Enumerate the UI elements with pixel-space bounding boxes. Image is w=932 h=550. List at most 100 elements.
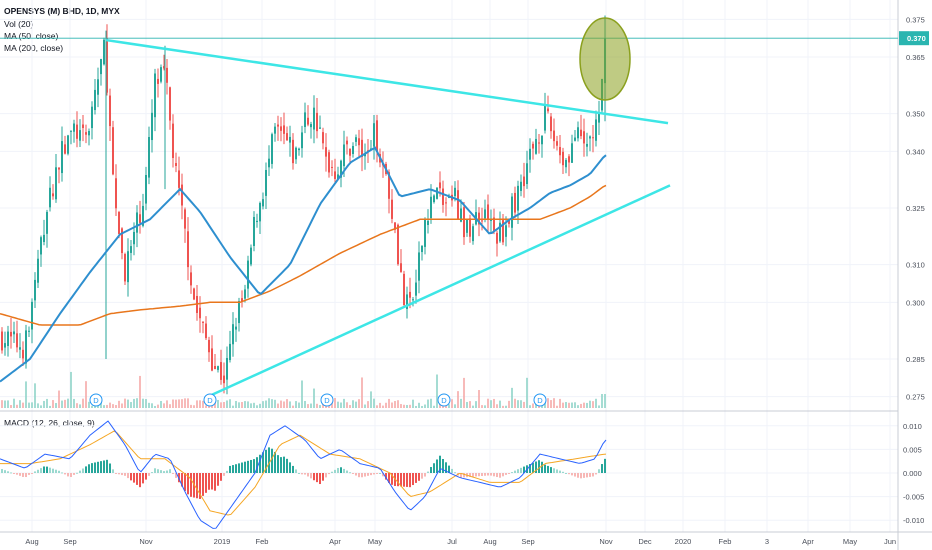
time-tick-label: Feb (719, 537, 732, 546)
macd-histogram-bar (484, 473, 486, 476)
candle-body (463, 207, 465, 238)
volume-bar (520, 400, 522, 408)
volume-bar (436, 374, 438, 408)
candle-body (10, 331, 12, 337)
macd-histogram-bar (184, 473, 186, 491)
macd-histogram-bar (232, 465, 234, 473)
volume-bar (340, 402, 342, 408)
macd-histogram-bar (235, 464, 237, 473)
volume-bar (151, 403, 153, 408)
volume-bar (103, 405, 105, 408)
macd-histogram-bar (40, 468, 42, 473)
volume-bar (562, 402, 564, 408)
macd-histogram-bar (79, 470, 81, 473)
volume-bar (34, 383, 36, 408)
volume-bar (487, 398, 489, 408)
macd-histogram-bar (292, 465, 294, 473)
volume-bar (379, 402, 381, 408)
chart-canvas[interactable]: 0.375 0.365 0.350 0.340 0.325 0.310 0.300 0.285… (0, 0, 932, 550)
volume-bar (259, 403, 261, 408)
drawings: DDDDD (89, 17, 671, 407)
macd-histogram-bar (442, 458, 444, 473)
volume-bar (523, 401, 525, 408)
candle-body (376, 120, 378, 152)
candle-body (79, 130, 81, 141)
macd-histogram-bar (52, 468, 54, 473)
volume-bar (460, 398, 462, 408)
candle-body (157, 78, 159, 84)
candle-body (73, 123, 75, 132)
volume-bar (181, 399, 183, 408)
macd-histogram-bar (298, 473, 300, 474)
candle-body (217, 366, 219, 370)
macd-histogram-bar (217, 473, 219, 486)
volume-bar (352, 400, 354, 408)
macd-histogram-bar (160, 470, 162, 473)
volume-bar (508, 400, 510, 408)
volume-bar (274, 399, 276, 408)
candle-body (595, 119, 597, 141)
price-tick-label: 0.325 (906, 204, 925, 213)
macd-tick-label: 0.010 (903, 422, 922, 431)
macd-histogram-bar (307, 473, 309, 477)
volume-bar (49, 405, 51, 408)
candle-body (268, 158, 270, 168)
macd-histogram-bar (571, 473, 573, 476)
candle-body (46, 211, 48, 234)
macd-histogram-bar (475, 473, 477, 477)
macd-histogram-bar (127, 473, 129, 479)
macd-histogram-bar (568, 473, 570, 475)
volume-bar (397, 400, 399, 408)
volume-bar (334, 398, 336, 408)
macd-histogram-bar (190, 473, 192, 497)
candle-body (289, 136, 291, 143)
volume-bar (559, 398, 561, 408)
price-tick-label: 0.275 (906, 393, 925, 402)
volume-bar (16, 404, 18, 408)
candle-body (526, 163, 528, 185)
candle-body (190, 272, 192, 286)
candle-body (583, 131, 585, 144)
candle-body (247, 260, 249, 289)
candle-body (412, 299, 414, 301)
volume-bar (295, 401, 297, 408)
volume-bar (1, 400, 3, 408)
volume-bar (565, 402, 567, 408)
macd-histogram-bar (583, 473, 585, 478)
candle-body (181, 184, 183, 206)
candle-body (358, 138, 360, 146)
macd-tick-label: -0.005 (903, 493, 924, 502)
volume-bar (412, 399, 414, 408)
macd-histogram-bar (517, 469, 519, 473)
candle-body (109, 95, 111, 127)
volume-bar (595, 398, 597, 408)
volume-bar (145, 399, 147, 408)
candle-body (562, 151, 564, 166)
volume-bar (298, 402, 300, 408)
candle-body (310, 124, 312, 128)
candle-body (391, 199, 393, 219)
macd-histogram-bar (331, 471, 333, 473)
volume-bar (67, 398, 69, 408)
candle-body (592, 137, 594, 139)
volume-bar (481, 405, 483, 408)
macd-histogram-bar (169, 469, 171, 473)
volume-bar (577, 405, 579, 408)
candle-body (571, 143, 573, 163)
candle-body (568, 156, 570, 163)
macd-histogram-bar (343, 468, 345, 473)
volume-bar (604, 394, 606, 408)
macd-histogram-bar (310, 473, 312, 479)
macd-histogram-bar (532, 462, 534, 473)
volume-bar (388, 398, 390, 408)
volume-bar (268, 398, 270, 408)
candle-body (487, 204, 489, 220)
volume-bar (526, 377, 528, 408)
macd-histogram-bar (43, 466, 45, 473)
candle-body (547, 108, 549, 112)
macd-histogram-bar (58, 470, 60, 473)
candle-body (229, 343, 231, 361)
volume-bar (484, 405, 486, 408)
volume-bar (13, 398, 15, 408)
macd-histogram-bar (346, 470, 348, 473)
